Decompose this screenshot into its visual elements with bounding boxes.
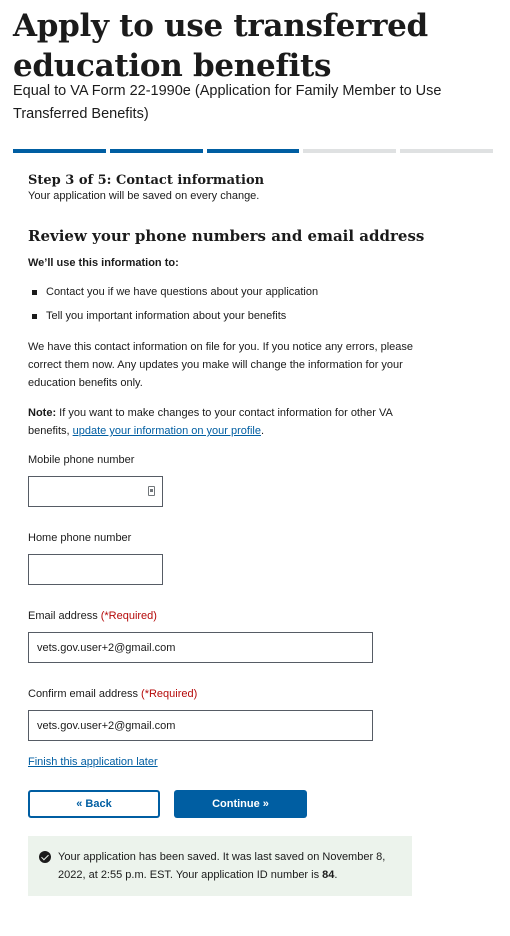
email-input[interactable] <box>28 632 373 663</box>
alert-end: . <box>334 869 338 881</box>
home-phone-label: Home phone number <box>28 532 132 544</box>
note-label: Note: <box>28 407 57 419</box>
email-label: Email address (*Required) <box>28 609 157 624</box>
progress-bar <box>13 149 493 153</box>
save-success-alert: Your application has been saved. It was … <box>28 836 412 896</box>
section-intro: We’ll use this information to: <box>28 257 179 269</box>
page-title: Apply to use transferred education benef… <box>13 8 428 84</box>
mobile-phone-input[interactable] <box>28 476 163 507</box>
progress-segment <box>400 149 493 153</box>
usage-list: Contact you if we have questions about y… <box>28 284 318 332</box>
back-button[interactable]: « Back <box>28 790 160 818</box>
email-label-text: Email address <box>28 610 98 622</box>
phone-icon <box>148 486 155 496</box>
required-indicator: (*Required) <box>100 610 157 622</box>
list-item: Tell you important information about you… <box>28 308 318 324</box>
confirm-email-label: Confirm email address (*Required) <box>28 687 197 702</box>
finish-later-link[interactable]: Finish this application later <box>28 755 158 770</box>
check-circle-icon <box>39 851 51 863</box>
application-id: 84 <box>322 869 335 881</box>
progress-segment <box>13 149 106 153</box>
step-title: Step 3 of 5: Contact information <box>28 173 265 188</box>
autosave-note: Your application will be saved on every … <box>28 190 260 202</box>
list-item: Contact you if we have questions about y… <box>28 284 318 300</box>
section-title: Review your phone numbers and email addr… <box>28 227 425 245</box>
note-end: . <box>260 425 265 437</box>
progress-segment <box>109 149 203 153</box>
confirm-email-input[interactable] <box>28 710 373 741</box>
form-subtitle: Equal to VA Form 22-1990e (Application f… <box>13 83 442 122</box>
confirm-email-label-text: Confirm email address <box>28 688 139 700</box>
update-profile-link[interactable]: update your information on your profile <box>73 425 261 437</box>
profile-note: Note: If you want to make changes to you… <box>28 404 418 440</box>
contact-on-file-paragraph: We have this contact information on file… <box>28 341 413 389</box>
progress-segment <box>206 149 300 153</box>
required-indicator: (*Required) <box>141 688 198 700</box>
mobile-phone-label: Mobile phone number <box>28 454 135 466</box>
progress-segment <box>303 149 397 153</box>
home-phone-input[interactable] <box>28 554 163 585</box>
continue-button[interactable]: Continue » <box>174 790 307 818</box>
